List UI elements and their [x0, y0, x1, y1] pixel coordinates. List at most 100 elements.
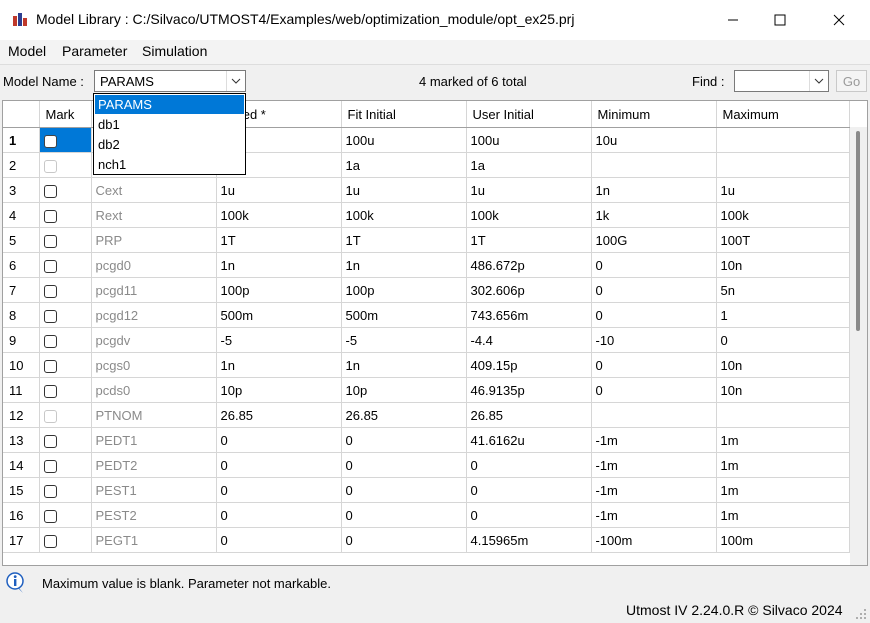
dropdown-option[interactable]: db2	[95, 135, 244, 154]
fit-initial-value[interactable]: 1n	[341, 352, 467, 378]
mark-checkbox[interactable]	[43, 134, 57, 148]
user-initial-value[interactable]: 41.6162u	[466, 427, 592, 453]
user-initial-value[interactable]: 1T	[466, 227, 592, 253]
fit-initial-value[interactable]: 1T	[341, 227, 467, 253]
user-initial-value[interactable]: 409.15p	[466, 352, 592, 378]
table-row[interactable]: 13 PEDT1 0 0 41.6162u -1m 1m	[3, 427, 850, 453]
maximum-value[interactable]: 100k	[716, 202, 850, 228]
maximum-value[interactable]: 1u	[716, 177, 850, 203]
fit-initial-value[interactable]: 100u	[341, 127, 467, 153]
table-row[interactable]: 7 pcgd11 100p 100p 302.606p 0 5n	[3, 277, 850, 303]
fit-initial-value[interactable]: 1a	[341, 152, 467, 178]
minimum-value[interactable]: 0	[591, 252, 717, 278]
optimized-value[interactable]: 10p	[216, 377, 342, 403]
mark-checkbox[interactable]	[43, 334, 57, 348]
maximum-value[interactable]: 1m	[716, 427, 850, 453]
table-row[interactable]: 16 PEST2 0 0 0 -1m 1m	[3, 502, 850, 528]
fit-initial-value[interactable]: 1n	[341, 252, 467, 278]
header-fit-initial[interactable]: Fit Initial	[341, 101, 467, 128]
user-initial-value[interactable]: -4.4	[466, 327, 592, 353]
minimum-value[interactable]: 10u	[591, 127, 717, 153]
mark-checkbox[interactable]	[43, 359, 57, 373]
mark-cell[interactable]	[39, 127, 92, 153]
minimum-value[interactable]: -1m	[591, 427, 717, 453]
optimized-value[interactable]: 1u	[216, 177, 342, 203]
user-initial-value[interactable]: 743.656m	[466, 302, 592, 328]
user-initial-value[interactable]: 46.9135p	[466, 377, 592, 403]
minimum-value[interactable]: 0	[591, 302, 717, 328]
minimum-value[interactable]: -1m	[591, 452, 717, 478]
optimized-value[interactable]: 500m	[216, 302, 342, 328]
optimized-value[interactable]: 0	[216, 527, 342, 553]
mark-cell[interactable]	[39, 327, 92, 353]
table-row[interactable]: 4 Rext 100k 100k 100k 1k 100k	[3, 202, 850, 228]
optimized-value[interactable]: 0	[216, 502, 342, 528]
optimized-value[interactable]: 100k	[216, 202, 342, 228]
scrollbar-thumb[interactable]	[856, 131, 860, 331]
minimum-value[interactable]: -1m	[591, 502, 717, 528]
mark-cell[interactable]	[39, 452, 92, 478]
maximum-value[interactable]: 10n	[716, 377, 850, 403]
minimum-value[interactable]: -100m	[591, 527, 717, 553]
mark-checkbox[interactable]	[43, 209, 57, 223]
maximum-value[interactable]: 1m	[716, 477, 850, 503]
param-name[interactable]: PRP	[91, 227, 217, 253]
chevron-down-icon[interactable]	[809, 71, 828, 91]
mark-cell[interactable]	[39, 502, 92, 528]
param-name[interactable]: pcgdv	[91, 327, 217, 353]
table-row[interactable]: 5 PRP 1T 1T 1T 100G 100T	[3, 227, 850, 253]
fit-initial-value[interactable]: 0	[341, 427, 467, 453]
mark-cell[interactable]	[39, 402, 92, 428]
param-name[interactable]: PEGT1	[91, 527, 217, 553]
param-name[interactable]: PTNOM	[91, 402, 217, 428]
minimum-value[interactable]: -10	[591, 327, 717, 353]
mark-checkbox[interactable]	[43, 534, 57, 548]
dropdown-option[interactable]: PARAMS	[95, 95, 244, 114]
maximum-value[interactable]: 10n	[716, 252, 850, 278]
minimum-value[interactable]	[591, 152, 717, 178]
table-row[interactable]: 6 pcgd0 1n 1n 486.672p 0 10n	[3, 252, 850, 278]
minimum-value[interactable]: -1m	[591, 477, 717, 503]
mark-cell[interactable]	[39, 252, 92, 278]
model-name-dropdown-list[interactable]: PARAMS db1 db2 nch1	[93, 93, 246, 175]
maximum-value[interactable]: 100T	[716, 227, 850, 253]
menu-simulation[interactable]: Simulation	[142, 43, 207, 59]
user-initial-value[interactable]: 100k	[466, 202, 592, 228]
mark-checkbox[interactable]	[43, 509, 57, 523]
vertical-scrollbar[interactable]	[850, 127, 867, 565]
minimum-value[interactable]	[591, 402, 717, 428]
fit-initial-value[interactable]: 100p	[341, 277, 467, 303]
minimize-button[interactable]	[710, 0, 756, 40]
find-combo[interactable]	[734, 70, 829, 92]
user-initial-value[interactable]: 100u	[466, 127, 592, 153]
mark-checkbox[interactable]	[43, 484, 57, 498]
param-name[interactable]: pcgd11	[91, 277, 217, 303]
mark-checkbox[interactable]	[43, 384, 57, 398]
minimum-value[interactable]: 0	[591, 277, 717, 303]
model-name-combo[interactable]: PARAMS	[94, 70, 246, 92]
param-name[interactable]: PEDT2	[91, 452, 217, 478]
table-row[interactable]: 17 PEGT1 0 0 4.15965m -100m 100m	[3, 527, 850, 553]
minimum-value[interactable]: 100G	[591, 227, 717, 253]
user-initial-value[interactable]: 486.672p	[466, 252, 592, 278]
mark-checkbox[interactable]	[43, 309, 57, 323]
user-initial-value[interactable]: 4.15965m	[466, 527, 592, 553]
maximum-value[interactable]: 1m	[716, 502, 850, 528]
param-name[interactable]: pcgd0	[91, 252, 217, 278]
table-row[interactable]: 11 pcds0 10p 10p 46.9135p 0 10n	[3, 377, 850, 403]
dropdown-option[interactable]: nch1	[95, 155, 244, 174]
maximum-value[interactable]	[716, 402, 850, 428]
optimized-value[interactable]: 0	[216, 477, 342, 503]
dropdown-option[interactable]: db1	[95, 115, 244, 134]
fit-initial-value[interactable]: 0	[341, 477, 467, 503]
user-initial-value[interactable]: 0	[466, 452, 592, 478]
table-row[interactable]: 3 Cext 1u 1u 1u 1n 1u	[3, 177, 850, 203]
user-initial-value[interactable]: 302.606p	[466, 277, 592, 303]
param-name[interactable]: PEST1	[91, 477, 217, 503]
table-row[interactable]: 15 PEST1 0 0 0 -1m 1m	[3, 477, 850, 503]
maximum-value[interactable]: 100m	[716, 527, 850, 553]
mark-cell[interactable]	[39, 527, 92, 553]
table-row[interactable]: 9 pcgdv -5 -5 -4.4 -10 0	[3, 327, 850, 353]
user-initial-value[interactable]: 0	[466, 477, 592, 503]
optimized-value[interactable]: -5	[216, 327, 342, 353]
